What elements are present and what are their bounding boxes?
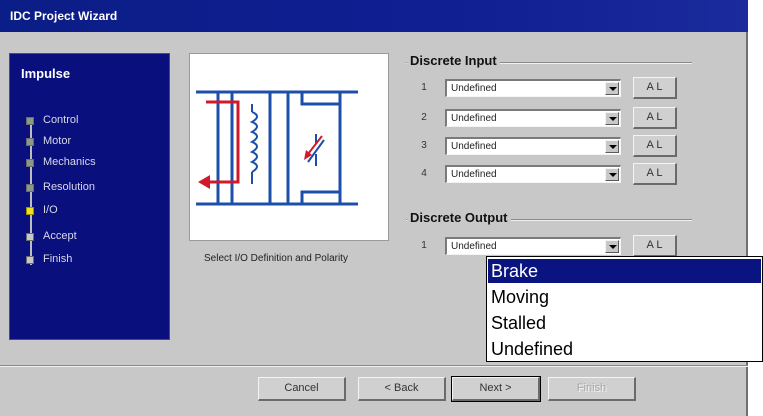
output-options-dropdown[interactable]: Brake Moving Stalled Undefined (486, 256, 763, 362)
step-finish[interactable]: Finish (26, 253, 166, 267)
discrete-input-2-select[interactable]: Undefined (445, 109, 621, 127)
cancel-button[interactable]: Cancel (258, 377, 346, 401)
input-number: 1 (421, 82, 427, 93)
input-number: 4 (421, 168, 427, 179)
select-value: Undefined (451, 169, 497, 180)
step-motor[interactable]: Motor (26, 135, 166, 149)
select-value: Undefined (451, 241, 497, 252)
step-label: Accept (43, 230, 77, 242)
steps-panel: Impulse Control Motor Mechanics Resoluti… (9, 53, 170, 340)
next-button[interactable]: Next > (451, 376, 541, 402)
step-control[interactable]: Control (26, 114, 166, 128)
step-dot-icon (26, 233, 34, 241)
select-value: Undefined (451, 113, 497, 124)
step-label: Motor (43, 135, 72, 147)
step-label: Finish (43, 253, 73, 265)
finish-button: Finish (548, 377, 636, 401)
step-resolution[interactable]: Resolution (26, 181, 166, 195)
discrete-input-4-polarity-button[interactable]: A L (633, 163, 677, 185)
step-dot-icon (26, 138, 34, 146)
step-dot-icon (26, 256, 34, 264)
step-dot-icon (26, 159, 34, 167)
discrete-input-1-polarity-button[interactable]: A L (633, 77, 677, 99)
input-number: 3 (421, 140, 427, 151)
step-io[interactable]: I/O (26, 204, 166, 218)
discrete-input-title: Discrete Input (407, 53, 500, 68)
discrete-input-4-select[interactable]: Undefined (445, 165, 621, 183)
discrete-input-3-select[interactable]: Undefined (445, 137, 621, 155)
dropdown-arrow-icon[interactable] (605, 112, 619, 125)
step-label: Control (43, 114, 79, 126)
back-button[interactable]: < Back (358, 377, 446, 401)
dropdown-option-stalled[interactable]: Stalled (488, 311, 761, 335)
dropdown-arrow-icon[interactable] (605, 140, 619, 153)
relay-diagram-icon (196, 90, 358, 206)
discrete-input-3-polarity-button[interactable]: A L (633, 135, 677, 157)
bottom-divider (0, 365, 748, 367)
title-bar: IDC Project Wizard (0, 0, 748, 32)
relay-diagram-image (189, 53, 389, 241)
select-value: Undefined (451, 141, 497, 152)
image-caption: Select I/O Definition and Polarity (204, 253, 348, 264)
discrete-output-title: Discrete Output (407, 210, 511, 225)
dropdown-arrow-icon[interactable] (605, 82, 619, 95)
step-label: Resolution (43, 181, 95, 193)
dropdown-arrow-icon[interactable] (605, 168, 619, 181)
window-title: IDC Project Wizard (10, 9, 118, 23)
dropdown-option-undefined[interactable]: Undefined (488, 337, 761, 361)
dropdown-arrow-icon[interactable] (605, 240, 619, 253)
step-dot-icon (26, 117, 34, 125)
step-dot-icon (26, 184, 34, 192)
steps-title: Impulse (21, 66, 71, 81)
discrete-input-1-select[interactable]: Undefined (445, 79, 621, 97)
step-accept[interactable]: Accept (26, 230, 166, 244)
dropdown-option-brake[interactable]: Brake (488, 259, 761, 283)
output-number: 1 (421, 240, 427, 251)
step-label: Mechanics (43, 156, 96, 168)
discrete-input-2-polarity-button[interactable]: A L (633, 107, 677, 129)
discrete-output-1-polarity-button[interactable]: A L (633, 235, 677, 257)
discrete-output-1-select[interactable]: Undefined (445, 237, 621, 255)
step-mechanics[interactable]: Mechanics (26, 156, 166, 170)
dropdown-option-moving[interactable]: Moving (488, 285, 761, 309)
step-dot-icon (26, 207, 34, 215)
select-value: Undefined (451, 83, 497, 94)
step-label: I/O (43, 204, 58, 216)
input-number: 2 (421, 112, 427, 123)
